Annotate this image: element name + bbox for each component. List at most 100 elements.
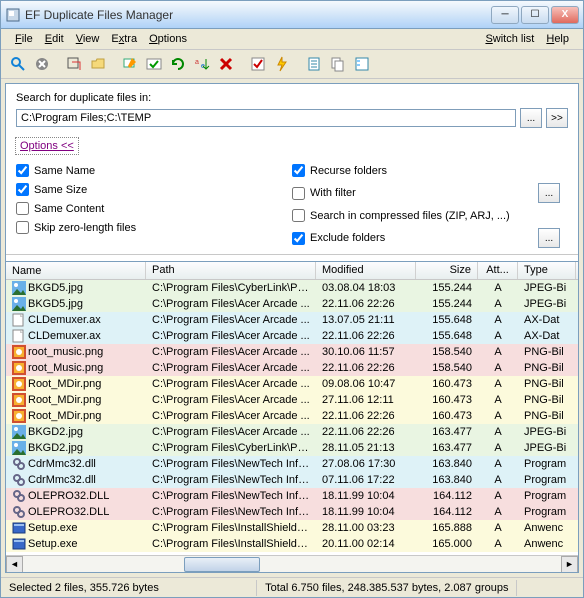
search-path-input[interactable] — [16, 109, 516, 127]
menu-edit[interactable]: Edit — [39, 31, 70, 47]
checkbox[interactable] — [292, 232, 305, 245]
file-modified: 03.08.04 18:03 — [316, 282, 416, 294]
file-path: C:\Program Files\Acer Arcade ... — [146, 394, 316, 406]
col-attr[interactable]: Att... — [478, 262, 518, 279]
delete-icon[interactable] — [215, 53, 237, 75]
col-path[interactable]: Path — [146, 262, 316, 279]
file-path: C:\Program Files\NewTech Info... — [146, 458, 316, 470]
checkbox[interactable] — [16, 164, 29, 177]
options-button[interactable]: ... — [538, 228, 560, 248]
list-icon[interactable] — [351, 53, 373, 75]
table-row[interactable]: OLEPRO32.DLLC:\Program Files\NewTech Inf… — [6, 504, 578, 520]
checkbox[interactable] — [292, 187, 305, 200]
close-button[interactable]: X — [551, 6, 579, 24]
search-go-button[interactable]: >> — [546, 108, 568, 128]
menu-switchlist[interactable]: Switch list — [479, 31, 540, 47]
check-same-name[interactable]: Same Name — [16, 164, 292, 177]
menu-file[interactable]: File — [9, 31, 39, 47]
list-rows[interactable]: BKGD5.jpgC:\Program Files\CyberLink\Po..… — [6, 280, 578, 555]
table-row[interactable]: BKGD5.jpgC:\Program Files\Acer Arcade ..… — [6, 296, 578, 312]
check-recurse-folders[interactable]: Recurse folders — [292, 164, 568, 177]
scroll-right-button[interactable]: ► — [561, 556, 578, 573]
checkbox[interactable] — [16, 183, 29, 196]
table-row[interactable]: Root_MDir.pngC:\Program Files\Acer Arcad… — [6, 408, 578, 424]
menu-view[interactable]: View — [70, 31, 106, 47]
menu-help[interactable]: Help — [540, 31, 575, 47]
table-row[interactable]: Root_MDir.pngC:\Program Files\Acer Arcad… — [6, 392, 578, 408]
stop-icon[interactable] — [31, 53, 53, 75]
options-link[interactable]: Options << — [16, 138, 78, 154]
check-same-size[interactable]: Same Size — [16, 183, 292, 196]
menu-options[interactable]: Options — [143, 31, 193, 47]
checkbox[interactable] — [292, 209, 305, 222]
flash-icon[interactable] — [271, 53, 293, 75]
copy-icon[interactable] — [327, 53, 349, 75]
refresh-icon[interactable] — [167, 53, 189, 75]
check-same-content[interactable]: Same Content — [16, 202, 292, 215]
table-row[interactable]: CLDemuxer.axC:\Program Files\Acer Arcade… — [6, 312, 578, 328]
checkbox[interactable] — [292, 164, 305, 177]
folder-icon[interactable] — [87, 53, 109, 75]
file-attr: A — [478, 330, 518, 342]
app-icon — [5, 7, 21, 23]
file-modified: 13.07.05 21:11 — [316, 314, 416, 326]
maximize-button[interactable]: ☐ — [521, 6, 549, 24]
checkbox[interactable] — [16, 202, 29, 215]
open-external-icon[interactable] — [63, 53, 85, 75]
check-search-in-compressed-files-zip-arj-[interactable]: Search in compressed files (ZIP, ARJ, ..… — [292, 209, 568, 222]
search-icon[interactable] — [7, 53, 29, 75]
table-row[interactable]: CdrMmc32.dllC:\Program Files\NewTech Inf… — [6, 472, 578, 488]
document-icon[interactable] — [303, 53, 325, 75]
titlebar[interactable]: EF Duplicate Files Manager ─ ☐ X — [1, 1, 583, 29]
table-row[interactable]: OLEPRO32.DLLC:\Program Files\NewTech Inf… — [6, 488, 578, 504]
file-icon — [12, 425, 26, 439]
table-row[interactable]: BKGD2.jpgC:\Program Files\CyberLink\Po..… — [6, 440, 578, 456]
check-with-filter[interactable]: With filter... — [292, 183, 568, 203]
horizontal-scrollbar[interactable]: ◄ ► — [6, 555, 578, 572]
table-row[interactable]: Setup.exeC:\Program Files\InstallShield … — [6, 520, 578, 536]
file-modified: 18.11.99 10:04 — [316, 506, 416, 518]
scroll-track[interactable] — [23, 556, 561, 573]
scroll-thumb[interactable] — [184, 557, 259, 572]
file-size: 158.540 — [416, 362, 478, 374]
checkbox[interactable] — [16, 221, 29, 234]
col-name[interactable]: Name — [6, 262, 146, 279]
minimize-button[interactable]: ─ — [491, 6, 519, 24]
file-size: 160.473 — [416, 410, 478, 422]
checkbox-label: Same Content — [34, 203, 104, 215]
scroll-left-button[interactable]: ◄ — [6, 556, 23, 573]
checkbox-label: Recurse folders — [310, 165, 387, 177]
browse-button[interactable]: ... — [520, 108, 542, 128]
checkbox-label: With filter — [310, 187, 356, 199]
col-type[interactable]: Type — [518, 262, 576, 279]
col-size[interactable]: Size — [416, 262, 478, 279]
table-row[interactable]: root_Music.pngC:\Program Files\Acer Arca… — [6, 360, 578, 376]
table-row[interactable]: Root_MDir.pngC:\Program Files\Acer Arcad… — [6, 376, 578, 392]
checkbox-label: Same Name — [34, 165, 95, 177]
check-skip-zero-length-files[interactable]: Skip zero-length files — [16, 221, 292, 234]
table-row[interactable]: Setup.exeC:\Program Files\InstallShield … — [6, 536, 578, 552]
file-size: 158.540 — [416, 346, 478, 358]
list-header[interactable]: Name Path Modified Size Att... Type — [6, 262, 578, 280]
file-path: C:\Program Files\Acer Arcade ... — [146, 426, 316, 438]
table-row[interactable]: BKGD2.jpg C:\Program Files\Acer Arcade ..… — [6, 424, 578, 440]
col-modified[interactable]: Modified — [316, 262, 416, 279]
table-row[interactable]: CLDemuxer.axC:\Program Files\Acer Arcade… — [6, 328, 578, 344]
check-icon[interactable] — [143, 53, 165, 75]
table-row[interactable]: BKGD5.jpgC:\Program Files\CyberLink\Po..… — [6, 280, 578, 296]
file-path: C:\Program Files\Acer Arcade ... — [146, 330, 316, 342]
options-button[interactable]: ... — [538, 183, 560, 203]
check2-icon[interactable] — [247, 53, 269, 75]
table-row[interactable]: CdrMmc32.dllC:\Program Files\NewTech Inf… — [6, 456, 578, 472]
sort-az-icon[interactable]: ae — [191, 53, 213, 75]
table-row[interactable]: root_music.pngC:\Program Files\Acer Arca… — [6, 344, 578, 360]
check-exclude-folders[interactable]: Exclude folders... — [292, 228, 568, 248]
file-size: 163.840 — [416, 474, 478, 486]
file-name: BKGD2.jpg — [28, 426, 83, 438]
edit-name-icon[interactable] — [119, 53, 141, 75]
file-name: CLDemuxer.ax — [28, 314, 101, 326]
file-attr: A — [478, 474, 518, 486]
menu-extra[interactable]: Extra — [105, 31, 143, 47]
file-type: PNG-Bil — [518, 378, 576, 390]
file-icon — [12, 441, 26, 455]
